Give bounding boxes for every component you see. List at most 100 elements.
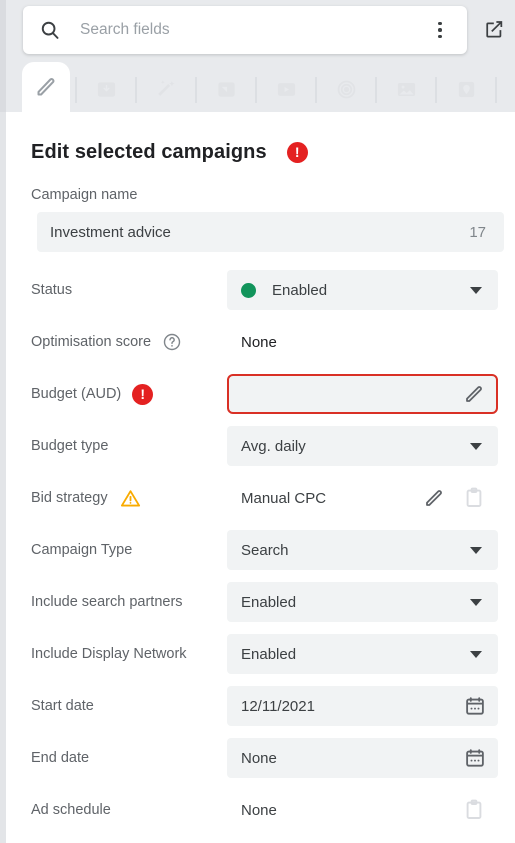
help-icon[interactable]	[162, 332, 182, 352]
include-search-partners-value: Enabled	[241, 593, 297, 611]
more-vert-icon[interactable]	[423, 11, 457, 49]
search-input[interactable]	[80, 21, 423, 39]
top-bar	[0, 0, 515, 62]
row-start-date: Start date 12/11/2021	[31, 680, 509, 732]
tab-link[interactable]	[502, 66, 515, 112]
status-dot-icon	[241, 282, 256, 298]
status-select[interactable]: Enabled	[227, 270, 498, 310]
include-display-network-value: Enabled	[241, 645, 297, 663]
row-include-display-network: Include Display Network Enabled	[31, 628, 509, 680]
calendar-icon[interactable]	[464, 747, 486, 769]
include-display-network-label-wrap: Include Display Network	[31, 646, 227, 662]
budget-error-badge-glyph: !	[140, 385, 146, 402]
header-error-badge: !	[286, 142, 308, 163]
ad-schedule-field[interactable]: None	[227, 790, 498, 830]
tab-divider	[375, 77, 377, 103]
row-budget: Budget (AUD) !	[31, 368, 509, 420]
campaign-type-label: Campaign Type	[31, 542, 133, 558]
tab-divider	[435, 77, 437, 103]
open-in-new-icon[interactable]	[477, 12, 511, 46]
end-date-label: End date	[31, 750, 90, 766]
optimisation-score-label-wrap: Optimisation score	[31, 332, 227, 352]
row-bid-strategy: Bid strategy Manual CPC	[31, 472, 509, 524]
campaign-name-label: Campaign name	[31, 187, 138, 203]
status-value: Enabled	[272, 281, 328, 299]
include-display-network-select[interactable]: Enabled	[227, 634, 498, 674]
campaign-name-value: Investment advice	[50, 223, 171, 241]
bid-strategy-label-wrap: Bid strategy	[31, 487, 227, 510]
tab-location[interactable]	[442, 66, 490, 112]
start-date-value: 12/11/2021	[241, 697, 315, 715]
start-date-input[interactable]: 12/11/2021	[227, 686, 498, 726]
tab-edit[interactable]	[22, 62, 70, 112]
tab-label[interactable]	[202, 66, 250, 112]
calendar-icon[interactable]	[464, 695, 486, 717]
budget-input[interactable]	[227, 374, 498, 414]
chevron-down-icon	[470, 546, 482, 554]
row-include-search-partners: Include search partners Enabled	[31, 576, 509, 628]
budget-type-label: Budget type	[31, 438, 109, 454]
include-search-partners-label-wrap: Include search partners	[31, 594, 227, 610]
edit-campaigns-panel: Edit selected campaigns ! Campaign name …	[0, 0, 515, 843]
tab-divider	[135, 77, 137, 103]
campaign-name-field[interactable]: Investment advice 17	[37, 212, 504, 252]
chevron-down-icon	[470, 650, 482, 658]
tab-divider	[255, 77, 257, 103]
tab-audience[interactable]	[322, 66, 370, 112]
start-date-label-wrap: Start date	[31, 698, 227, 714]
tab-image[interactable]	[382, 66, 430, 112]
row-campaign-type: Campaign Type Search	[31, 524, 509, 576]
status-label-wrap: Status	[31, 282, 227, 298]
budget-error-badge: !	[132, 383, 154, 405]
end-date-value: None	[241, 749, 277, 767]
search-box[interactable]	[23, 6, 467, 54]
end-date-label-wrap: End date	[31, 750, 227, 766]
ad-schedule-label-wrap: Ad schedule	[31, 802, 227, 818]
row-ad-schedule: Ad schedule None	[31, 784, 509, 836]
bid-strategy-value: Manual CPC	[241, 489, 327, 507]
warning-triangle-icon	[119, 487, 142, 510]
budget-label-wrap: Budget (AUD) !	[31, 383, 227, 405]
tab-strip	[0, 62, 515, 112]
clipboard-icon[interactable]	[462, 486, 486, 510]
page-left-edge-lower	[0, 112, 6, 843]
campaign-type-select[interactable]: Search	[227, 530, 498, 570]
form-panel: Edit selected campaigns ! Campaign name …	[6, 112, 515, 843]
tab-recommend[interactable]	[142, 66, 190, 112]
edit-pencil-icon[interactable]	[462, 382, 486, 406]
tab-download[interactable]	[82, 66, 130, 112]
ad-schedule-value: None	[241, 801, 277, 819]
include-display-network-label: Include Display Network	[31, 646, 187, 662]
optimisation-score-value: None	[241, 333, 277, 351]
budget-label: Budget (AUD)	[31, 386, 122, 402]
tab-divider	[315, 77, 317, 103]
bid-strategy-field[interactable]: Manual CPC	[227, 478, 498, 518]
row-budget-type: Budget type Avg. daily	[31, 420, 509, 472]
edit-pencil-icon[interactable]	[422, 486, 446, 510]
search-icon	[38, 18, 62, 42]
tab-video[interactable]	[262, 66, 310, 112]
chevron-down-icon	[470, 442, 482, 450]
row-optimisation-score: Optimisation score None	[31, 316, 509, 368]
end-date-input[interactable]: None	[227, 738, 498, 778]
row-end-date: End date None	[31, 732, 509, 784]
budget-type-select[interactable]: Avg. daily	[227, 426, 498, 466]
tab-divider	[195, 77, 197, 103]
campaign-name-char-count: 17	[469, 223, 486, 241]
budget-type-label-wrap: Budget type	[31, 438, 227, 454]
include-search-partners-select[interactable]: Enabled	[227, 582, 498, 622]
include-search-partners-label: Include search partners	[31, 594, 183, 610]
chevron-down-icon	[470, 286, 482, 294]
row-status: Status Enabled	[31, 264, 509, 316]
header-error-badge-glyph: !	[294, 144, 300, 160]
panel-header: Edit selected campaigns !	[31, 141, 515, 164]
campaign-type-label-wrap: Campaign Type	[31, 542, 227, 558]
bid-strategy-label: Bid strategy	[31, 490, 108, 506]
budget-type-value: Avg. daily	[241, 437, 306, 455]
tab-divider	[495, 77, 497, 103]
chevron-down-icon	[470, 598, 482, 606]
status-label: Status	[31, 282, 73, 298]
bid-strategy-actions	[416, 486, 486, 510]
clipboard-icon[interactable]	[462, 798, 486, 822]
ad-schedule-label: Ad schedule	[31, 802, 111, 818]
